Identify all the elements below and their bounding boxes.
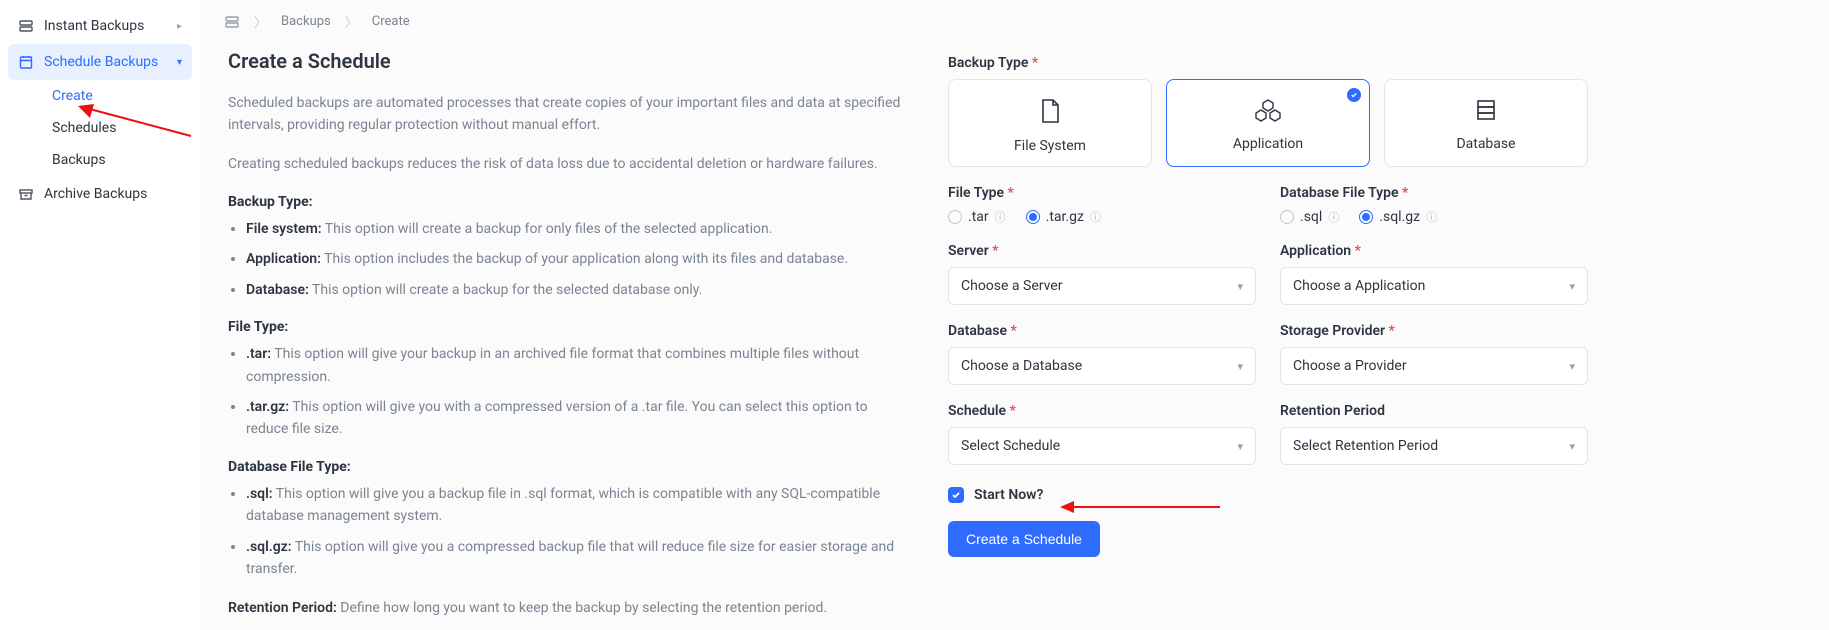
main-content: 〉 Backups 〉 Create Create a Schedule Sch… bbox=[200, 0, 1829, 630]
label-file-type: File Type bbox=[948, 185, 1256, 201]
section-heading-backup-type: Backup Type: bbox=[228, 194, 908, 210]
server-icon bbox=[18, 18, 34, 34]
card-application[interactable]: Application bbox=[1166, 79, 1370, 167]
retention-text: Retention Period: Define how long you wa… bbox=[228, 598, 908, 620]
label-start-now: Start Now? bbox=[974, 487, 1043, 503]
label-db-file-type: Database File Type bbox=[1280, 185, 1588, 201]
select-application[interactable]: Choose a Application▾ bbox=[1280, 267, 1588, 305]
cubes-icon bbox=[1175, 98, 1361, 122]
label-retention: Retention Period bbox=[1280, 403, 1588, 419]
explainer-panel: Create a Schedule Scheduled backups are … bbox=[228, 49, 908, 630]
list-file-type: .tar: This option will give your backup … bbox=[228, 343, 908, 441]
select-retention[interactable]: Select Retention Period▾ bbox=[1280, 427, 1588, 465]
checkbox-start-now[interactable] bbox=[948, 487, 964, 503]
chevron-down-icon: ▾ bbox=[1569, 280, 1575, 293]
card-file-system[interactable]: File System bbox=[948, 79, 1152, 167]
sidebar-item-label: Instant Backups bbox=[44, 18, 144, 34]
sidebar-item-label: Schedule Backups bbox=[44, 54, 158, 70]
chevron-down-icon: ▾ bbox=[1569, 360, 1575, 373]
chevron-down-icon: ▾ bbox=[177, 57, 182, 68]
sidebar-item-label: Archive Backups bbox=[44, 186, 147, 202]
intro-text-1: Scheduled backups are automated processe… bbox=[228, 93, 908, 136]
label-schedule: Schedule bbox=[948, 403, 1256, 419]
chevron-right-icon: ▸ bbox=[177, 21, 182, 32]
chevron-down-icon: ▾ bbox=[1237, 360, 1243, 373]
file-icon bbox=[957, 98, 1143, 124]
section-heading-file-type: File Type: bbox=[228, 319, 908, 335]
sidebar-item-archive-backups[interactable]: Archive Backups bbox=[8, 176, 192, 212]
label-backup-type: Backup Type bbox=[948, 55, 1588, 71]
sidebar-item-instant-backups[interactable]: Instant Backups ▸ bbox=[8, 8, 192, 44]
list-db-file-type: .sql: This option will give you a backup… bbox=[228, 483, 908, 581]
card-label: Application bbox=[1175, 136, 1361, 152]
label-database: Database bbox=[948, 323, 1256, 339]
breadcrumb-separator-icon: 〉 bbox=[345, 12, 358, 31]
radio-tar[interactable]: .tarⓘ bbox=[948, 209, 1006, 225]
select-storage[interactable]: Choose a Provider▾ bbox=[1280, 347, 1588, 385]
select-database[interactable]: Choose a Database▾ bbox=[948, 347, 1256, 385]
sidebar-submenu-schedule: Create Schedules Backups bbox=[8, 80, 192, 176]
list-backup-type: File system: This option will create a b… bbox=[228, 218, 908, 301]
card-database[interactable]: Database bbox=[1384, 79, 1588, 167]
radio-sqlgz[interactable]: .sql.gzⓘ bbox=[1359, 209, 1437, 225]
label-server: Server bbox=[948, 243, 1256, 259]
section-heading-db-file-type: Database File Type: bbox=[228, 459, 908, 475]
archive-icon bbox=[18, 186, 34, 202]
chevron-down-icon: ▾ bbox=[1569, 440, 1575, 453]
check-icon bbox=[1347, 88, 1361, 102]
schedule-form: Backup Type File System Application bbox=[948, 49, 1588, 630]
sidebar-item-backups[interactable]: Backups bbox=[48, 144, 192, 176]
select-schedule[interactable]: Select Schedule▾ bbox=[948, 427, 1256, 465]
radio-targz[interactable]: .tar.gzⓘ bbox=[1026, 209, 1101, 225]
label-storage: Storage Provider bbox=[1280, 323, 1588, 339]
card-label: Database bbox=[1393, 136, 1579, 152]
database-icon bbox=[1393, 98, 1579, 122]
calendar-icon bbox=[18, 54, 34, 70]
help-icon[interactable]: ⓘ bbox=[1426, 209, 1437, 225]
breadcrumb-create[interactable]: Create bbox=[372, 14, 410, 29]
help-icon[interactable]: ⓘ bbox=[1090, 209, 1101, 225]
label-application: Application bbox=[1280, 243, 1588, 259]
radio-sql[interactable]: .sqlⓘ bbox=[1280, 209, 1339, 225]
server-icon[interactable] bbox=[224, 14, 240, 30]
help-icon[interactable]: ⓘ bbox=[1328, 209, 1339, 225]
sidebar-item-create[interactable]: Create bbox=[48, 80, 192, 112]
breadcrumb-separator-icon: 〉 bbox=[254, 12, 267, 31]
chevron-down-icon: ▾ bbox=[1237, 280, 1243, 293]
page-title: Create a Schedule bbox=[228, 49, 908, 73]
select-server[interactable]: Choose a Server▾ bbox=[948, 267, 1256, 305]
breadcrumb: 〉 Backups 〉 Create bbox=[200, 0, 1829, 43]
chevron-down-icon: ▾ bbox=[1237, 440, 1243, 453]
sidebar-item-schedule-backups[interactable]: Schedule Backups ▾ bbox=[8, 44, 192, 80]
create-schedule-button[interactable]: Create a Schedule bbox=[948, 521, 1100, 557]
intro-text-2: Creating scheduled backups reduces the r… bbox=[228, 154, 908, 176]
help-icon[interactable]: ⓘ bbox=[995, 209, 1006, 225]
sidebar-item-schedules[interactable]: Schedules bbox=[48, 112, 192, 144]
card-label: File System bbox=[957, 138, 1143, 154]
breadcrumb-backups[interactable]: Backups bbox=[281, 14, 331, 29]
sidebar: Instant Backups ▸ Schedule Backups ▾ Cre… bbox=[0, 0, 200, 630]
